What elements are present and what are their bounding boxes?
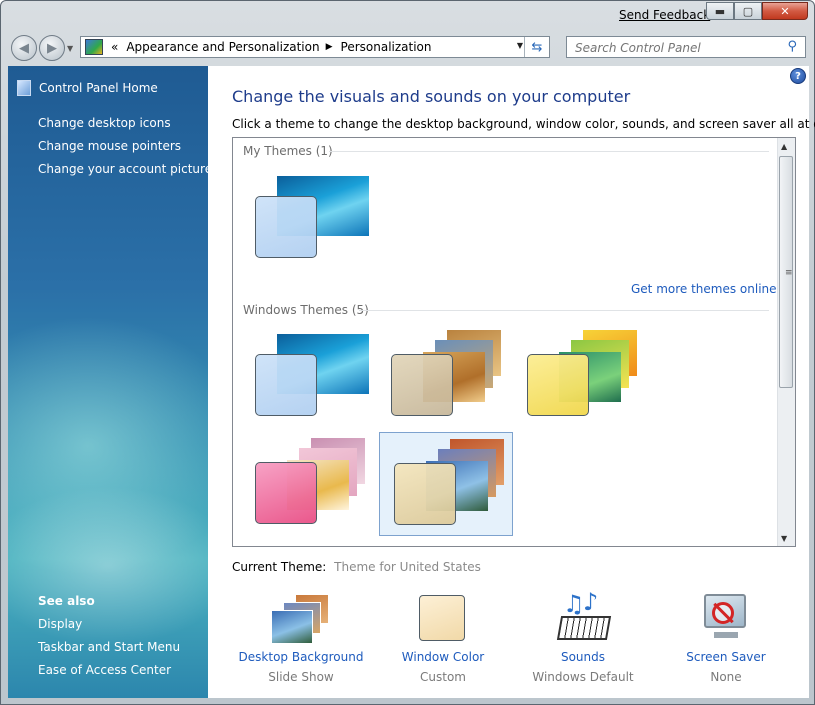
see-also-display[interactable]: Display: [38, 617, 82, 631]
scroll-down-icon[interactable]: ▼: [781, 534, 787, 543]
arrow-right-icon: ▶: [47, 40, 57, 56]
help-button[interactable]: ?: [790, 68, 806, 84]
breadcrumb-personalization[interactable]: Personalization: [341, 40, 432, 54]
breadcrumb-appearance[interactable]: Appearance and Personalization: [126, 40, 319, 54]
theme-tile-my[interactable]: [241, 166, 375, 270]
sidebar-link-desktop-icons[interactable]: Change desktop icons: [38, 116, 171, 130]
refresh-button[interactable]: ⇆: [524, 37, 549, 57]
breadcrumb-overflow[interactable]: «: [111, 40, 118, 54]
screen-saver-value: None: [710, 670, 742, 684]
my-themes-heading: My Themes (1): [243, 144, 333, 158]
desktop-background-link[interactable]: Desktop Background: [226, 650, 376, 664]
search-box: ⚲: [566, 36, 806, 58]
close-button[interactable]: ✕: [762, 2, 808, 20]
desktop-background-icon: [271, 590, 331, 646]
theme-glass-swatch: [527, 354, 589, 416]
theme-glass-swatch: [255, 354, 317, 416]
sidebar: Control Panel Home Change desktop icons …: [8, 66, 208, 698]
theme-tile-architecture[interactable]: [377, 324, 511, 428]
main-content: ? Change the visuals and sounds on your …: [208, 66, 815, 698]
minimize-icon: ▬: [714, 4, 726, 18]
arrow-left-icon: ◀: [19, 40, 29, 56]
minimize-button[interactable]: ▬: [706, 2, 734, 20]
window-color-icon: [417, 590, 469, 646]
back-button[interactable]: ◀: [11, 35, 37, 61]
chevron-down-icon[interactable]: ▼: [517, 41, 523, 50]
screen-saver-link[interactable]: Screen Saver: [651, 650, 801, 664]
page-title: Change the visuals and sounds on your co…: [232, 87, 631, 106]
recent-pages-dropdown[interactable]: ▼: [67, 44, 73, 53]
theme-tile-nature[interactable]: [241, 432, 375, 536]
option-sounds[interactable]: ♫ ♪ Sounds Windows Default: [508, 588, 658, 684]
option-screen-saver[interactable]: Screen Saver None: [651, 590, 801, 684]
windows-themes-heading: Windows Themes (5): [243, 303, 369, 317]
theme-tile-windows7[interactable]: [241, 324, 375, 428]
chevron-right-icon[interactable]: ▶: [326, 42, 333, 52]
caption-buttons: ▬ ▢ ✕: [706, 2, 808, 20]
control-panel-home-link[interactable]: Control Panel Home: [17, 80, 158, 96]
theme-glass-swatch: [255, 462, 317, 524]
current-theme: Current Theme: Theme for United States: [232, 560, 481, 574]
sidebar-link-account-picture[interactable]: Change your account picture: [38, 162, 208, 176]
theme-glass-swatch: [394, 463, 456, 525]
group-divider: [359, 310, 769, 311]
maximize-icon: ▢: [742, 4, 754, 18]
option-desktop-background[interactable]: Desktop Background Slide Show: [226, 590, 376, 684]
scroll-grip-icon: ≡: [785, 268, 793, 278]
help-icon: ?: [795, 70, 801, 82]
theme-glass-swatch: [391, 354, 453, 416]
theme-gallery[interactable]: My Themes (1) Get more themes online Win…: [232, 137, 796, 547]
see-also-ease-of-access[interactable]: Ease of Access Center: [38, 663, 171, 677]
desktop-background-value: Slide Show: [268, 670, 334, 684]
window-color-link[interactable]: Window Color: [368, 650, 518, 664]
window-color-value: Custom: [420, 670, 466, 684]
address-bar[interactable]: « Appearance and Personalization ▶ Perso…: [80, 36, 550, 58]
scroll-up-icon[interactable]: ▲: [781, 142, 787, 151]
control-panel-home-icon: [17, 80, 31, 96]
sounds-icon: ♫ ♪: [555, 588, 612, 646]
scroll-thumb[interactable]: ≡: [779, 156, 793, 388]
group-divider: [329, 151, 769, 152]
current-theme-label: Current Theme:: [232, 560, 327, 574]
refresh-icon: ⇆: [531, 39, 543, 55]
gallery-scrollbar[interactable]: ▲ ≡ ▼: [777, 138, 795, 546]
send-feedback-link[interactable]: Send Feedback: [619, 8, 710, 22]
theme-glass-swatch: [255, 196, 317, 258]
theme-tile-united-states-selected[interactable]: [379, 432, 513, 536]
control-panel-icon: [85, 39, 103, 55]
page-subtitle: Click a theme to change the desktop back…: [232, 117, 815, 131]
sounds-link[interactable]: Sounds: [508, 650, 658, 664]
sidebar-link-mouse-pointers[interactable]: Change mouse pointers: [38, 139, 181, 153]
sounds-value: Windows Default: [532, 670, 634, 684]
screen-saver-icon: [698, 590, 754, 646]
control-panel-home-label: Control Panel Home: [39, 81, 158, 95]
maximize-button[interactable]: ▢: [734, 2, 762, 20]
option-window-color[interactable]: Window Color Custom: [368, 590, 518, 684]
see-also-heading: See also: [38, 594, 95, 608]
get-more-themes-link[interactable]: Get more themes online: [631, 282, 777, 296]
search-icon[interactable]: ⚲: [787, 39, 797, 54]
forward-button[interactable]: ▶: [39, 35, 65, 61]
close-icon: ✕: [780, 4, 790, 18]
see-also-taskbar[interactable]: Taskbar and Start Menu: [38, 640, 180, 654]
current-theme-value: Theme for United States: [334, 560, 481, 574]
search-input[interactable]: [573, 38, 787, 58]
theme-tile-landscapes[interactable]: [513, 324, 647, 428]
control-panel-window: Send Feedback ▬ ▢ ✕ ◀ ▶ ▼ « Appearance a…: [0, 0, 815, 705]
